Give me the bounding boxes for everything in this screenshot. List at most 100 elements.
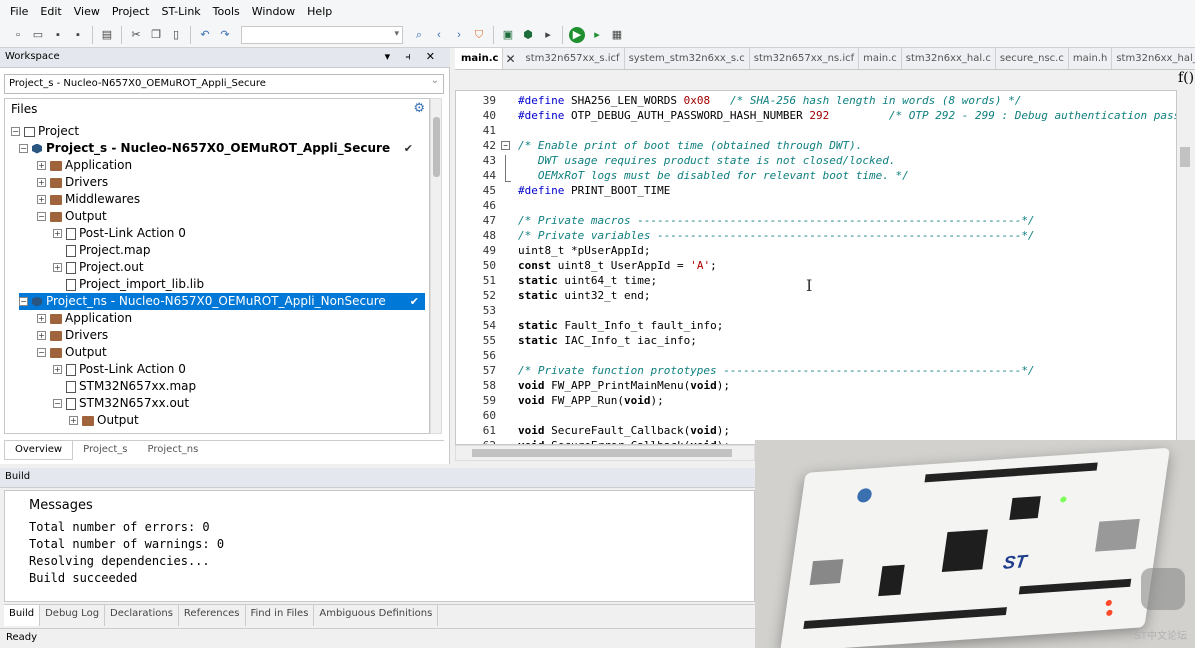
menu-window[interactable]: Window (246, 5, 301, 18)
workspace-tab[interactable]: Project_ns (138, 441, 209, 460)
build-tab[interactable]: References (179, 605, 246, 626)
scrollbar-thumb[interactable] (1180, 147, 1190, 167)
workspace-window-controls[interactable]: ▾ ⫞ ✕ (385, 50, 441, 64)
code-line[interactable]: #define OTP_DEBUG_AUTH_PASSWORD_HASH_NUM… (518, 108, 1176, 123)
run-icon[interactable]: ▶ (569, 26, 585, 43)
expand-icon[interactable]: + (53, 365, 62, 374)
workspace-tab[interactable]: Project_s (73, 441, 137, 460)
build-tab[interactable]: Debug Log (40, 605, 106, 626)
collapse-icon[interactable]: − (37, 348, 46, 357)
menu-project[interactable]: Project (106, 5, 156, 18)
function-navigator-icon[interactable]: f() (1178, 70, 1194, 86)
fold-toggle-icon[interactable]: − (501, 141, 510, 150)
expand-icon[interactable]: + (37, 161, 46, 170)
expand-icon[interactable]: + (53, 263, 62, 272)
tree-item[interactable]: + Drivers (37, 327, 429, 344)
find-icon[interactable]: ⌕ (411, 27, 427, 43)
menu-file[interactable]: File (4, 5, 34, 18)
code-line[interactable]: void SecureFault_Callback(void); (518, 423, 730, 438)
menu-view[interactable]: View (68, 5, 106, 18)
build-tab[interactable]: Build (4, 605, 41, 626)
code-line[interactable]: void FW_APP_PrintMainMenu(void); (518, 378, 730, 393)
collapse-icon[interactable]: − (19, 144, 28, 153)
code-editor[interactable]: 39 40 41 42 43 44 45 46 47 48 49 50 51 52 53 54 55 56 57 58… (455, 90, 1177, 445)
tree-item[interactable]: Project.map (53, 242, 429, 259)
code-line[interactable]: static IAC_Info_t iac_info; (518, 333, 697, 348)
expand-icon[interactable]: + (53, 229, 62, 238)
save-all-icon[interactable]: ▪ (70, 27, 86, 43)
editor-horizontal-scrollbar[interactable] (455, 445, 755, 461)
collapse-icon[interactable]: − (11, 127, 20, 136)
stop-icon[interactable]: ▸ (589, 27, 605, 43)
new-file-icon[interactable]: ▫ (10, 27, 26, 43)
menu-help[interactable]: Help (301, 5, 338, 18)
tree-item[interactable]: − Output (37, 208, 429, 225)
copy-icon[interactable]: ❐ (148, 27, 164, 43)
tree-item[interactable]: STM32N657xx.map (53, 378, 429, 395)
build-tab[interactable]: Find in Files (246, 605, 315, 626)
code-line[interactable]: static Fault_Info_t fault_info; (518, 318, 723, 333)
gear-icon[interactable]: ⚙ (413, 101, 425, 116)
code-line[interactable]: /* Private macros ----------------------… (518, 213, 1035, 228)
code-line[interactable]: /* Enable print of boot time (obtained t… (518, 138, 862, 153)
code-line[interactable]: #define PRINT_BOOT_TIME (518, 183, 670, 198)
editor-tab[interactable]: stm32n6xx_hal_bsec... (1112, 48, 1195, 69)
tree-item[interactable]: + Output (69, 412, 429, 429)
close-tab-icon[interactable]: ✕ (503, 48, 521, 69)
configuration-select[interactable]: Project_s - Nucleo-N657X0_OEMuROT_Appli_… (4, 74, 444, 94)
debug-icon[interactable]: ▸ (540, 27, 556, 43)
build-tab[interactable]: Ambiguous Definitions (314, 605, 439, 626)
editor-tab[interactable]: stm32n657xx_s.icf (522, 48, 625, 69)
tree-item[interactable]: Project_import_lib.lib (53, 276, 429, 293)
tree-item[interactable]: + Middlewares (37, 191, 429, 208)
bookmark-icon[interactable]: ⛉ (471, 27, 487, 43)
new-icon[interactable]: ▭ (30, 27, 46, 43)
code-line[interactable]: DWT usage requires product state is not … (518, 153, 896, 168)
editor-tab[interactable]: main.h (1069, 48, 1113, 69)
menu-st-link[interactable]: ST-Link (155, 5, 206, 18)
editor-tab[interactable]: system_stm32n6xx_s.c (625, 48, 750, 69)
tree-item[interactable]: + Application (37, 310, 429, 327)
code-line[interactable]: OEMxRoT logs must be disabled for releva… (518, 168, 909, 183)
navigate-back-icon[interactable]: ‹ (431, 27, 447, 43)
tree-item[interactable]: − Project_s - Nucleo-N657X0_OEMuROT_Appli… (19, 140, 419, 157)
code-line[interactable]: /* Private variables -------------------… (518, 228, 1035, 243)
expand-icon[interactable]: + (37, 178, 46, 187)
editor-vertical-scrollbar[interactable] (1177, 90, 1195, 445)
undo-icon[interactable]: ↶ (197, 27, 213, 43)
compile-icon[interactable]: ▣ (500, 27, 516, 43)
tree-item[interactable]: − STM32N657xx.out (53, 395, 429, 412)
tree-item[interactable]: − Project_ns - Nucleo-N657X0_OEMuROT_Appl… (19, 293, 425, 310)
code-line[interactable]: static uint32_t end; (518, 288, 650, 303)
expand-icon[interactable]: + (37, 331, 46, 340)
toolbar-combo[interactable] (241, 25, 403, 44)
collapse-icon[interactable]: − (19, 297, 28, 306)
expand-icon[interactable]: + (37, 314, 46, 323)
code-line[interactable]: void FW_APP_Run(void); (518, 393, 664, 408)
editor-tab[interactable]: main.c (455, 48, 504, 69)
menu-edit[interactable]: Edit (34, 5, 67, 18)
tree-item[interactable]: − Project (11, 123, 411, 140)
code-line[interactable]: #define SHA256_LEN_WORDS 0x08 /* SHA-256… (518, 93, 1021, 108)
tree-scrollbar[interactable] (430, 98, 442, 434)
save-icon[interactable]: ▪ (50, 27, 66, 43)
scrollbar-thumb[interactable] (472, 449, 732, 457)
tree-item[interactable]: + Post-Link Action 0 (53, 361, 429, 378)
download-icon[interactable]: ▦ (609, 27, 625, 43)
expand-icon[interactable]: + (69, 416, 78, 425)
workspace-tab[interactable]: Overview (4, 441, 74, 460)
editor-tab[interactable]: stm32n657xx_ns.icf (750, 48, 860, 69)
code-line[interactable]: static uint64_t time; (518, 273, 657, 288)
print-icon[interactable]: ▤ (99, 27, 115, 43)
editor-tab[interactable]: stm32n6xx_hal.c (902, 48, 996, 69)
tree-item[interactable]: + Post-Link Action 0 (53, 225, 429, 242)
tree-item[interactable]: − Output (37, 344, 429, 361)
collapse-icon[interactable]: − (37, 212, 46, 221)
paste-icon[interactable]: ▯ (168, 27, 184, 43)
menu-tools[interactable]: Tools (207, 5, 246, 18)
editor-tab[interactable]: main.c (859, 48, 902, 69)
cut-icon[interactable]: ✂ (128, 27, 144, 43)
tree-item[interactable]: + Drivers (37, 174, 429, 191)
code-line[interactable]: /* Private function prototypes ---------… (518, 363, 1035, 378)
tree-item[interactable]: + Application (37, 157, 429, 174)
